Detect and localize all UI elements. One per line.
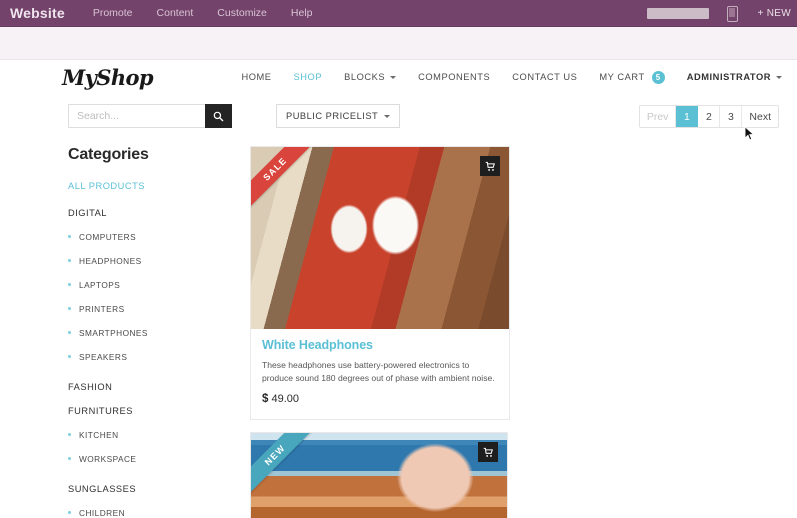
search-button[interactable] <box>205 104 232 128</box>
sidebar-item-laptops[interactable]: LAPTOPS <box>68 280 250 290</box>
nav-label-administrator: ADMINISTRATOR <box>686 72 771 82</box>
shopping-cart-icon <box>485 161 495 171</box>
price-value: 49.00 <box>271 393 299 406</box>
pagination-prev[interactable]: Prev <box>639 105 677 127</box>
admin-bar-right: + NEW <box>646 0 797 27</box>
page-content: Categories ALL PRODUCTS DIGITAL COMPUTER… <box>0 138 797 518</box>
nav-label-components: COMPONENTS <box>418 72 491 82</box>
product-price: $ 49.00 <box>262 393 498 405</box>
categories-sidebar: Categories ALL PRODUCTS DIGITAL COMPUTER… <box>0 138 250 518</box>
search-input[interactable] <box>68 104 205 128</box>
nav-item-my-cart[interactable]: MY CART 5 <box>588 70 675 84</box>
sidebar-item-headphones[interactable]: HEADPHONES <box>68 256 250 266</box>
chevron-down-icon <box>384 114 391 118</box>
sidebar-item-computers[interactable]: COMPUTERS <box>68 232 250 242</box>
nav-label-shop: SHOP <box>293 72 323 82</box>
product-card-tropical-sunglasses[interactable]: NEW Tropical Sunglasses A modern classic… <box>250 432 508 518</box>
nav-label-blocks: BLOCKS <box>344 72 386 82</box>
nav-label-my-cart: MY CART <box>599 72 645 82</box>
product-name[interactable]: White Headphones <box>262 338 498 352</box>
nav-item-blocks[interactable]: BLOCKS <box>333 72 407 82</box>
nav-item-contact-us[interactable]: CONTACT US <box>501 72 588 82</box>
pagination-next[interactable]: Next <box>742 105 778 127</box>
sidebar-item-workspace[interactable]: WORKSPACE <box>68 454 250 464</box>
chevron-down-icon <box>776 75 782 79</box>
nav-item-home[interactable]: HOME <box>230 72 282 82</box>
nav-item-administrator[interactable]: ADMINISTRATOR <box>676 72 793 82</box>
product-image-white-headphones[interactable]: SALE <box>251 147 509 329</box>
sidebar-group-sunglasses[interactable]: SUNGLASSES <box>68 484 250 494</box>
admin-menu-item-promote[interactable]: Promote <box>81 7 145 19</box>
add-to-cart-button[interactable] <box>480 156 500 176</box>
site-logo[interactable]: MyShop <box>62 65 154 90</box>
product-info: White Headphones These headphones use ba… <box>251 329 509 419</box>
admin-top-bar: Website Promote Content Customize Help +… <box>0 0 797 27</box>
pricelist-dropdown[interactable]: PUBLIC PRICELIST <box>276 104 401 128</box>
pricelist-label: PUBLIC PRICELIST <box>286 111 379 121</box>
sidebar-group-fashion[interactable]: FASHION <box>68 382 250 392</box>
sidebar-item-all-products[interactable]: ALL PRODUCTS <box>68 181 250 191</box>
sidebar-item-speakers[interactable]: SPEAKERS <box>68 352 250 362</box>
admin-menu-item-customize[interactable]: Customize <box>205 7 279 19</box>
admin-menu-item-help[interactable]: Help <box>279 7 325 19</box>
product-column-right: NEW Tropical Sunglasses A modern classic… <box>250 432 508 518</box>
pagination: Prev 1 2 3 Next <box>638 104 779 128</box>
sidebar-group-digital[interactable]: DIGITAL <box>68 208 250 218</box>
chevron-down-icon <box>390 75 397 79</box>
admin-menu-item-content[interactable]: Content <box>145 7 206 19</box>
header-strip <box>0 27 797 60</box>
admin-brand[interactable]: Website <box>0 5 81 21</box>
admin-new-button[interactable]: + NEW <box>758 8 797 19</box>
add-to-cart-button[interactable] <box>478 442 498 463</box>
search-form <box>68 104 232 128</box>
main-navigation: HOME SHOP BLOCKS COMPONENTS CONTACT US M… <box>230 70 793 84</box>
shopping-cart-icon <box>483 447 493 457</box>
sidebar-group-furnitures[interactable]: FURNITURES <box>68 406 250 416</box>
shop-toolbar: PUBLIC PRICELIST Prev 1 2 3 Next <box>0 94 797 138</box>
currency-symbol: $ <box>262 393 269 406</box>
product-card-white-headphones[interactable]: SALE White Headphones These headphones u… <box>250 146 510 421</box>
cart-count-badge: 5 <box>651 70 665 84</box>
product-image-tropical-sunglasses[interactable]: NEW <box>251 433 507 518</box>
pagination-page-1[interactable]: 1 <box>676 105 699 127</box>
product-grid: SALE White Headphones These headphones u… <box>250 138 779 518</box>
admin-menu: Promote Content Customize Help <box>81 7 325 19</box>
sidebar-item-kitchen[interactable]: KITCHEN <box>68 430 250 440</box>
mobile-preview-icon[interactable] <box>726 5 738 22</box>
sidebar-item-printers[interactable]: PRINTERS <box>68 304 250 314</box>
sidebar-item-children[interactable]: CHILDREN <box>68 508 250 518</box>
pagination-page-3[interactable]: 3 <box>720 105 743 127</box>
pagination-page-2[interactable]: 2 <box>698 105 721 127</box>
page-title: Categories <box>68 146 149 163</box>
nav-item-components[interactable]: COMPONENTS <box>407 72 501 82</box>
nav-label-contact-us: CONTACT US <box>512 72 578 82</box>
product-description: These headphones use battery-powered ele… <box>262 360 495 383</box>
sidebar-item-smartphones[interactable]: SMARTPHONES <box>68 328 250 338</box>
admin-user-placeholder[interactable] <box>646 8 709 19</box>
product-photo <box>251 147 509 329</box>
site-header: MyShop HOME SHOP BLOCKS COMPONENTS CONTA… <box>0 60 797 94</box>
nav-item-shop[interactable]: SHOP <box>283 72 334 82</box>
nav-label-home: HOME <box>241 72 272 82</box>
search-icon <box>213 111 224 121</box>
